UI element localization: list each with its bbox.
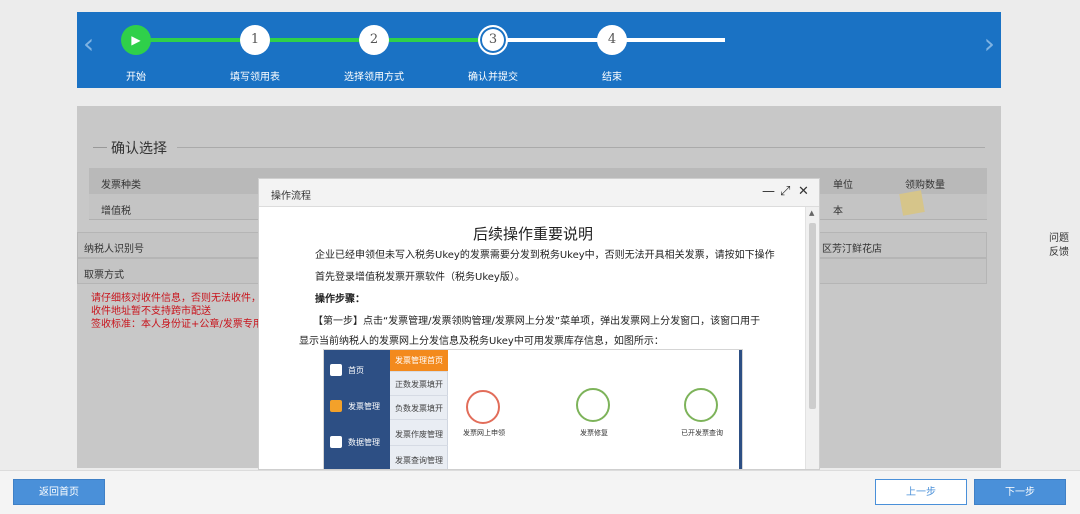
pickup-label: 取票方式 bbox=[84, 270, 124, 281]
repair-icon bbox=[576, 388, 610, 422]
data-icon bbox=[330, 436, 342, 448]
col-invoice-type: 发票种类 bbox=[101, 180, 141, 191]
embedded-screenshot: 首页 发票管理 数据管理 发票管理首页 正数发票填开 负数发票填开 发票作废管理… bbox=[323, 349, 743, 469]
next-arrow-icon[interactable]: › bbox=[984, 30, 995, 58]
embed-nav-data: 数据管理 bbox=[330, 436, 380, 448]
prev-arrow-icon[interactable]: ‹ bbox=[83, 30, 94, 58]
col-unit: 单位 bbox=[833, 180, 853, 191]
embed-label: 发票修复 bbox=[580, 429, 608, 437]
next-step-button[interactable]: 下一步 bbox=[974, 479, 1066, 505]
prev-step-button[interactable]: 上一步 bbox=[875, 479, 967, 505]
doc-paragraph: 显示当前纳税人的发票网上分发信息及税务Ukey中可用发票库存信息，如图所示： bbox=[299, 336, 664, 347]
feedback-link[interactable]: 问题 反馈 bbox=[1040, 232, 1078, 260]
embed-nav-invoice: 发票管理 bbox=[330, 400, 380, 412]
step-label-4: 结束 bbox=[602, 72, 622, 83]
col-quantity: 领购数量 bbox=[905, 180, 945, 191]
embed-sub-item: 发票作废管理 bbox=[390, 424, 448, 446]
quantity-input[interactable] bbox=[899, 190, 925, 216]
step-label-1: 填写领用表 bbox=[230, 72, 280, 83]
section-title: 确认选择 bbox=[111, 141, 167, 157]
bottom-action-bar: 返回首页 上一步 下一步 bbox=[0, 470, 1080, 514]
dialog-header: 操作流程 — ⤢ ✕ bbox=[259, 179, 819, 207]
step-label-start: 开始 bbox=[126, 72, 146, 83]
dialog-scrollbar[interactable]: ▲ bbox=[805, 207, 819, 469]
home-icon bbox=[330, 364, 342, 376]
close-icon[interactable]: ✕ bbox=[798, 184, 809, 200]
section-divider bbox=[177, 147, 985, 148]
step-4-circle: 4 bbox=[597, 25, 627, 55]
dialog-content: 后续操作重要说明 企业已经申领但未写入税务Ukey的发票需要分发到税务Ukey中… bbox=[259, 207, 807, 469]
embed-border bbox=[739, 350, 742, 469]
doc-paragraph: 企业已经申领但未写入税务Ukey的发票需要分发到税务Ukey中，否则无法开具相关… bbox=[315, 250, 775, 261]
taxpayer-label: 纳税人识别号 bbox=[84, 244, 144, 255]
step-3-circle: 3 bbox=[478, 25, 508, 55]
dialog-title: 操作流程 bbox=[271, 191, 311, 202]
step-1-circle: 1 bbox=[240, 25, 270, 55]
embed-label: 已开发票查询 bbox=[681, 429, 723, 437]
step-label-3: 确认并提交 bbox=[468, 72, 518, 83]
embed-sub-item: 正数发票填开 bbox=[390, 374, 448, 396]
doc-title: 后续操作重要说明 bbox=[472, 225, 593, 243]
scroll-thumb[interactable] bbox=[809, 223, 816, 409]
embed-submenu: 发票管理首页 正数发票填开 负数发票填开 发票作废管理 发票查询管理 bbox=[390, 350, 448, 469]
embed-nav-home: 首页 bbox=[330, 364, 364, 376]
notice-text: 请仔细核对收件信息，否则无法收件， 收件地址暂不支持跨市配送 签收标准：本人身份… bbox=[91, 293, 263, 330]
embed-sub-item: 发票查询管理 bbox=[390, 450, 448, 469]
invoice-icon bbox=[330, 400, 342, 412]
embed-sub-item: 负数发票填开 bbox=[390, 398, 448, 420]
doc-paragraph: 【第一步】点击“发票管理/发票领购管理/发票网上分发”菜单项，弹出发票网上分发窗… bbox=[313, 316, 761, 327]
doc-paragraph: 首先登录增值税发票开票软件（税务Ukey版）。 bbox=[315, 272, 525, 283]
embed-nav: 首页 发票管理 数据管理 bbox=[324, 350, 390, 469]
embed-sub-item: 发票管理首页 bbox=[390, 350, 448, 372]
scroll-up-icon[interactable]: ▲ bbox=[809, 209, 814, 217]
maximize-icon[interactable]: ⤢ bbox=[780, 184, 790, 200]
taxpayer-value: 区芳汀鲜花店 bbox=[822, 244, 882, 255]
step-label-2: 选择领用方式 bbox=[344, 72, 404, 83]
section-divider bbox=[93, 147, 107, 148]
embed-label: 发票网上申领 bbox=[463, 429, 505, 437]
cell-unit: 本 bbox=[833, 206, 843, 217]
progress-track-complete bbox=[136, 38, 493, 42]
operation-flow-dialog: 操作流程 — ⤢ ✕ 后续操作重要说明 企业已经申领但未写入税务Ukey的发票需… bbox=[258, 178, 820, 470]
online-apply-icon bbox=[466, 390, 500, 424]
minimize-icon[interactable]: — bbox=[762, 184, 775, 200]
query-icon bbox=[684, 388, 718, 422]
cell-invoice-type: 增值税 bbox=[101, 206, 131, 217]
doc-steps-heading: 操作步骤： bbox=[315, 294, 365, 305]
progress-stepper: ‹ › ▶ 1 2 3 4 开始 填写领用表 选择领用方式 确认并提交 结束 bbox=[77, 12, 1001, 88]
back-home-button[interactable]: 返回首页 bbox=[13, 479, 105, 505]
step-2-circle: 2 bbox=[359, 25, 389, 55]
step-start-icon: ▶ bbox=[121, 25, 151, 55]
